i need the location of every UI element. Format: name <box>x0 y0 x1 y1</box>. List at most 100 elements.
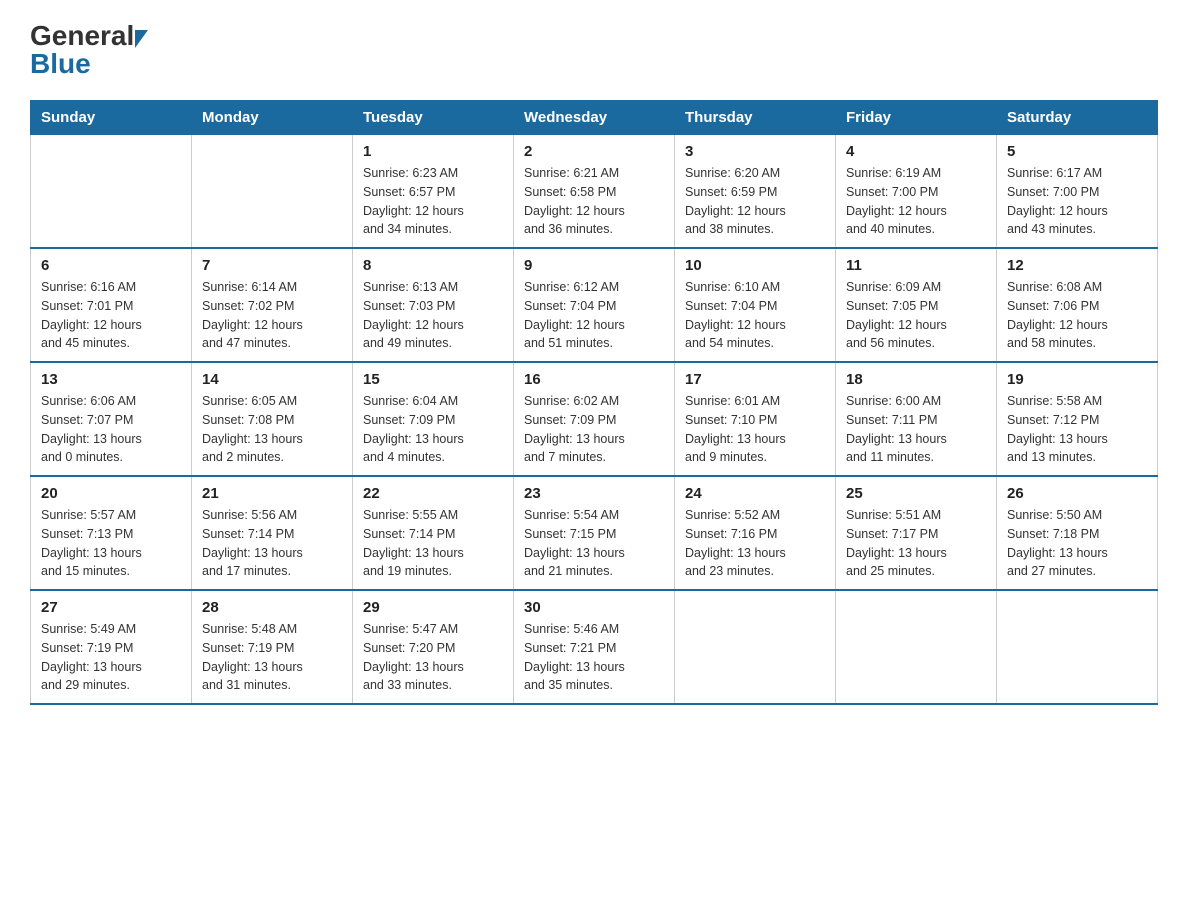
day-number: 13 <box>41 371 181 388</box>
day-number: 8 <box>363 257 503 274</box>
day-info: Sunrise: 6:08 AMSunset: 7:06 PMDaylight:… <box>1007 278 1147 353</box>
day-number: 21 <box>202 485 342 502</box>
day-number: 1 <box>363 143 503 160</box>
calendar-cell: 15Sunrise: 6:04 AMSunset: 7:09 PMDayligh… <box>353 362 514 476</box>
day-info: Sunrise: 6:19 AMSunset: 7:00 PMDaylight:… <box>846 164 986 239</box>
day-info: Sunrise: 6:16 AMSunset: 7:01 PMDaylight:… <box>41 278 181 353</box>
day-number: 12 <box>1007 257 1147 274</box>
day-number: 10 <box>685 257 825 274</box>
calendar-cell: 10Sunrise: 6:10 AMSunset: 7:04 PMDayligh… <box>675 248 836 362</box>
calendar-week-row: 6 Sunrise: 6:16 AMSunset: 7:01 PMDaylight… <box>31 248 1158 362</box>
day-info: Sunrise: 6:00 AMSunset: 7:11 PMDaylight:… <box>846 392 986 467</box>
day-number: 14 <box>202 371 342 388</box>
page-header: General Blue <box>30 20 1158 80</box>
calendar-cell: 2Sunrise: 6:21 AMSunset: 6:58 PMDaylight… <box>514 135 675 249</box>
day-info: Sunrise: 6:13 AMSunset: 7:03 PMDaylight:… <box>363 278 503 353</box>
weekday-header-wednesday: Wednesday <box>514 101 675 135</box>
day-info: Sunrise: 5:52 AMSunset: 7:16 PMDaylight:… <box>685 506 825 581</box>
day-number: 25 <box>846 485 986 502</box>
day-info: Sunrise: 5:56 AMSunset: 7:14 PMDaylight:… <box>202 506 342 581</box>
calendar-table: SundayMondayTuesdayWednesdayThursdayFrid… <box>30 100 1158 705</box>
day-number: 5 <box>1007 143 1147 160</box>
day-info: Sunrise: 6:09 AMSunset: 7:05 PMDaylight:… <box>846 278 986 353</box>
weekday-header-monday: Monday <box>192 101 353 135</box>
day-number: 22 <box>363 485 503 502</box>
day-info: Sunrise: 5:51 AMSunset: 7:17 PMDaylight:… <box>846 506 986 581</box>
day-info: Sunrise: 5:55 AMSunset: 7:14 PMDaylight:… <box>363 506 503 581</box>
logo: General Blue <box>30 20 148 80</box>
calendar-cell: 4 Sunrise: 6:19 AMSunset: 7:00 PMDaylight… <box>836 135 997 249</box>
calendar-cell <box>675 590 836 704</box>
day-number: 28 <box>202 599 342 616</box>
logo-blue-word: Blue <box>30 48 91 79</box>
day-number: 9 <box>524 257 664 274</box>
day-info: Sunrise: 6:02 AMSunset: 7:09 PMDaylight:… <box>524 392 664 467</box>
day-number: 23 <box>524 485 664 502</box>
day-info: Sunrise: 5:50 AMSunset: 7:18 PMDaylight:… <box>1007 506 1147 581</box>
calendar-cell: 3Sunrise: 6:20 AMSunset: 6:59 PMDaylight… <box>675 135 836 249</box>
weekday-header-friday: Friday <box>836 101 997 135</box>
calendar-cell: 11 Sunrise: 6:09 AMSunset: 7:05 PMDayligh… <box>836 248 997 362</box>
day-number: 11 <box>846 257 986 274</box>
day-number: 20 <box>41 485 181 502</box>
calendar-cell: 17Sunrise: 6:01 AMSunset: 7:10 PMDayligh… <box>675 362 836 476</box>
calendar-cell: 22 Sunrise: 5:55 AMSunset: 7:14 PMDayligh… <box>353 476 514 590</box>
calendar-cell: 27 Sunrise: 5:49 AMSunset: 7:19 PMDayligh… <box>31 590 192 704</box>
day-number: 4 <box>846 143 986 160</box>
day-number: 30 <box>524 599 664 616</box>
weekday-header-saturday: Saturday <box>997 101 1158 135</box>
day-number: 7 <box>202 257 342 274</box>
day-number: 2 <box>524 143 664 160</box>
calendar-cell: 8 Sunrise: 6:13 AMSunset: 7:03 PMDaylight… <box>353 248 514 362</box>
calendar-cell: 6 Sunrise: 6:16 AMSunset: 7:01 PMDaylight… <box>31 248 192 362</box>
calendar-week-row: 27 Sunrise: 5:49 AMSunset: 7:19 PMDayligh… <box>31 590 1158 704</box>
calendar-cell: 20 Sunrise: 5:57 AMSunset: 7:13 PMDayligh… <box>31 476 192 590</box>
day-number: 27 <box>41 599 181 616</box>
calendar-cell: 13Sunrise: 6:06 AMSunset: 7:07 PMDayligh… <box>31 362 192 476</box>
day-info: Sunrise: 5:49 AMSunset: 7:19 PMDaylight:… <box>41 620 181 695</box>
weekday-header-tuesday: Tuesday <box>353 101 514 135</box>
day-number: 6 <box>41 257 181 274</box>
calendar-cell: 21 Sunrise: 5:56 AMSunset: 7:14 PMDayligh… <box>192 476 353 590</box>
logo-bottom-row: Blue <box>30 48 91 80</box>
day-number: 17 <box>685 371 825 388</box>
day-info: Sunrise: 6:05 AMSunset: 7:08 PMDaylight:… <box>202 392 342 467</box>
calendar-cell: 29Sunrise: 5:47 AMSunset: 7:20 PMDayligh… <box>353 590 514 704</box>
day-info: Sunrise: 5:48 AMSunset: 7:19 PMDaylight:… <box>202 620 342 695</box>
day-info: Sunrise: 6:17 AMSunset: 7:00 PMDaylight:… <box>1007 164 1147 239</box>
calendar-cell: 24 Sunrise: 5:52 AMSunset: 7:16 PMDayligh… <box>675 476 836 590</box>
day-number: 26 <box>1007 485 1147 502</box>
calendar-week-row: 13Sunrise: 6:06 AMSunset: 7:07 PMDayligh… <box>31 362 1158 476</box>
calendar-cell: 7 Sunrise: 6:14 AMSunset: 7:02 PMDaylight… <box>192 248 353 362</box>
calendar-cell <box>31 135 192 249</box>
calendar-week-row: 20 Sunrise: 5:57 AMSunset: 7:13 PMDayligh… <box>31 476 1158 590</box>
day-info: Sunrise: 6:20 AMSunset: 6:59 PMDaylight:… <box>685 164 825 239</box>
calendar-cell: 28 Sunrise: 5:48 AMSunset: 7:19 PMDayligh… <box>192 590 353 704</box>
logo-arrow-icon <box>135 30 148 48</box>
day-info: Sunrise: 5:46 AMSunset: 7:21 PMDaylight:… <box>524 620 664 695</box>
day-info: Sunrise: 6:23 AMSunset: 6:57 PMDaylight:… <box>363 164 503 239</box>
day-number: 16 <box>524 371 664 388</box>
day-info: Sunrise: 6:14 AMSunset: 7:02 PMDaylight:… <box>202 278 342 353</box>
day-info: Sunrise: 6:12 AMSunset: 7:04 PMDaylight:… <box>524 278 664 353</box>
calendar-cell: 25 Sunrise: 5:51 AMSunset: 7:17 PMDayligh… <box>836 476 997 590</box>
calendar-cell: 30 Sunrise: 5:46 AMSunset: 7:21 PMDayligh… <box>514 590 675 704</box>
calendar-cell: 16 Sunrise: 6:02 AMSunset: 7:09 PMDayligh… <box>514 362 675 476</box>
day-number: 18 <box>846 371 986 388</box>
calendar-cell: 1 Sunrise: 6:23 AMSunset: 6:57 PMDaylight… <box>353 135 514 249</box>
calendar-cell: 12 Sunrise: 6:08 AMSunset: 7:06 PMDayligh… <box>997 248 1158 362</box>
day-info: Sunrise: 6:04 AMSunset: 7:09 PMDaylight:… <box>363 392 503 467</box>
weekday-header-row: SundayMondayTuesdayWednesdayThursdayFrid… <box>31 101 1158 135</box>
calendar-cell <box>997 590 1158 704</box>
calendar-cell: 19Sunrise: 5:58 AMSunset: 7:12 PMDayligh… <box>997 362 1158 476</box>
day-info: Sunrise: 5:57 AMSunset: 7:13 PMDaylight:… <box>41 506 181 581</box>
calendar-cell <box>836 590 997 704</box>
weekday-header-sunday: Sunday <box>31 101 192 135</box>
calendar-cell: 14 Sunrise: 6:05 AMSunset: 7:08 PMDayligh… <box>192 362 353 476</box>
day-number: 24 <box>685 485 825 502</box>
calendar-cell: 26 Sunrise: 5:50 AMSunset: 7:18 PMDayligh… <box>997 476 1158 590</box>
day-info: Sunrise: 5:58 AMSunset: 7:12 PMDaylight:… <box>1007 392 1147 467</box>
calendar-cell: 23Sunrise: 5:54 AMSunset: 7:15 PMDayligh… <box>514 476 675 590</box>
weekday-header-thursday: Thursday <box>675 101 836 135</box>
calendar-cell <box>192 135 353 249</box>
